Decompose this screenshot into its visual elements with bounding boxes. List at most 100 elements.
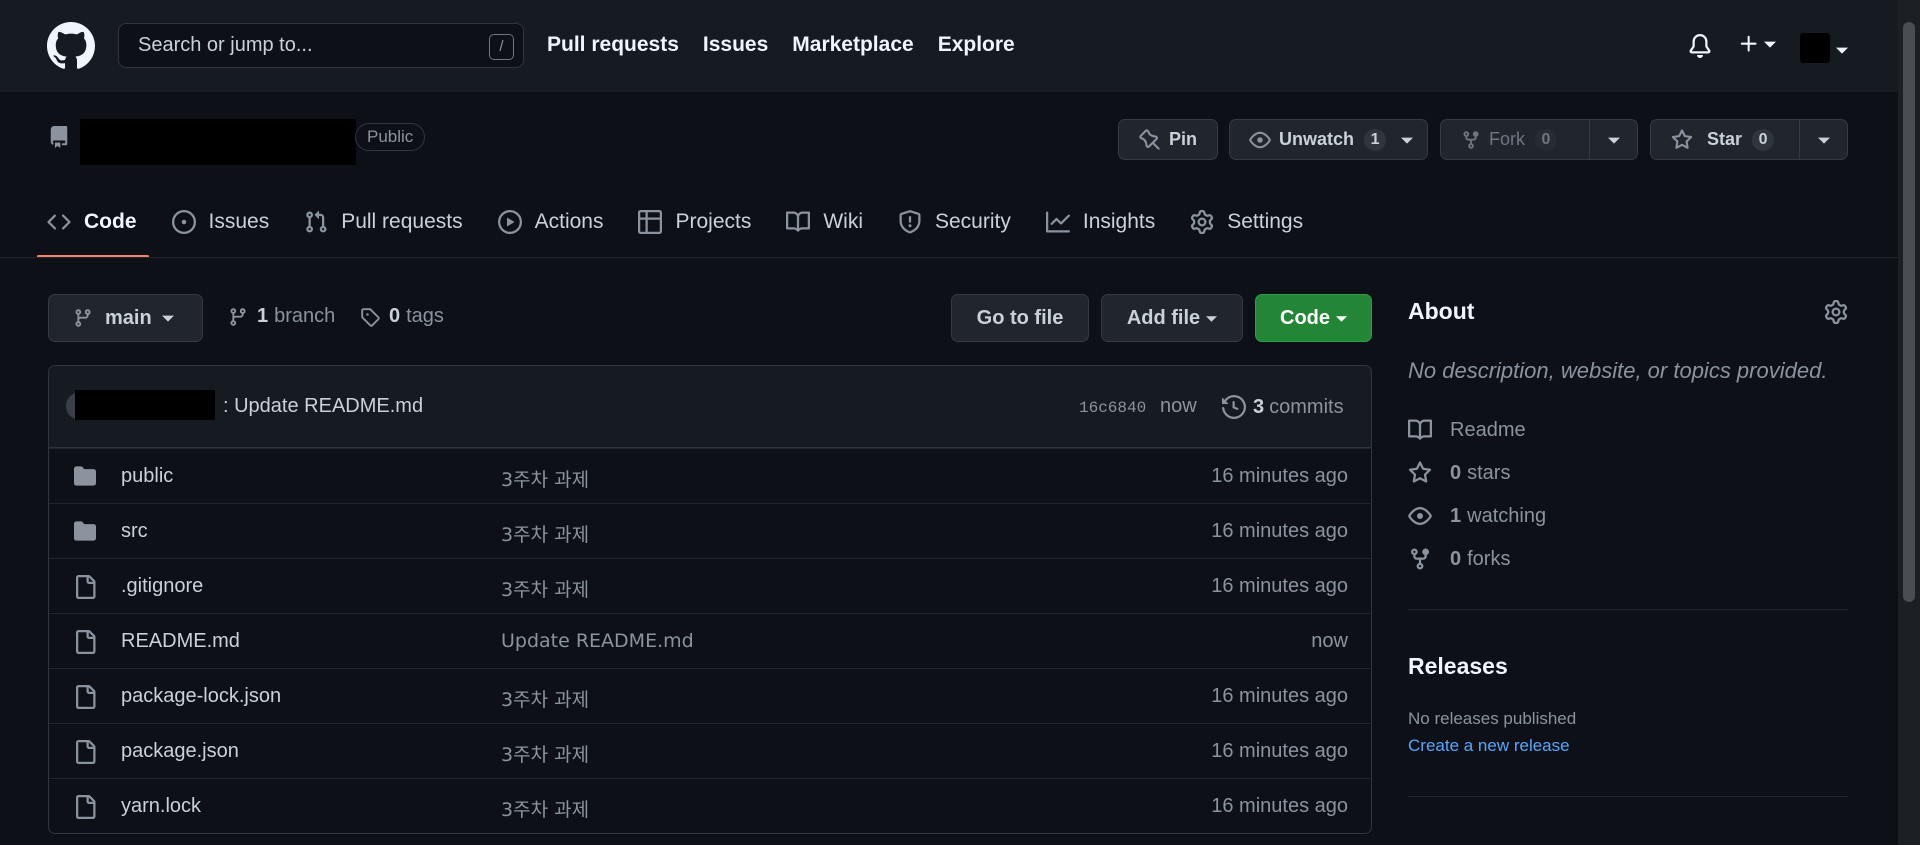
plus-icon xyxy=(1740,35,1757,52)
search-input[interactable] xyxy=(119,24,523,67)
file-commit-message[interactable]: 3주차 과제 xyxy=(501,520,589,547)
releases-heading[interactable]: Releases xyxy=(1408,653,1508,680)
add-file-button[interactable]: Add file xyxy=(1101,294,1243,342)
tab-pull-requests[interactable]: Pull requests xyxy=(304,196,463,248)
tab-label: Settings xyxy=(1227,210,1304,233)
pin-button[interactable]: Pin xyxy=(1118,119,1218,160)
tag-word: tags xyxy=(406,305,444,327)
commit-message[interactable]: : Update README.md xyxy=(223,395,423,418)
global-search[interactable]: / xyxy=(118,23,524,68)
code-download-button[interactable]: Code xyxy=(1255,294,1372,342)
nav-issues[interactable]: Issues xyxy=(703,33,768,57)
tab-label: Security xyxy=(935,210,1011,233)
chevron-down-icon xyxy=(1764,41,1776,48)
tab-label: Actions xyxy=(534,210,604,233)
shield-icon xyxy=(899,210,921,234)
user-avatar[interactable] xyxy=(1800,33,1830,63)
tab-security[interactable]: Security xyxy=(898,196,1011,248)
github-logo-icon[interactable] xyxy=(47,22,95,70)
nav-pull-requests[interactable]: Pull requests xyxy=(547,33,679,57)
page-scrollbar[interactable] xyxy=(1898,0,1920,845)
book-icon xyxy=(1408,419,1432,440)
watch-options-dropdown[interactable] xyxy=(1387,120,1427,159)
scrollbar-thumb[interactable] xyxy=(1903,22,1915,602)
pull-request-icon xyxy=(306,210,327,233)
fork-button[interactable]: Fork 0 xyxy=(1440,119,1638,160)
file-icon xyxy=(76,740,96,764)
file-row[interactable]: package.json 3주차 과제 16 minutes ago xyxy=(49,723,1371,778)
watching-link[interactable]: 1 watching xyxy=(1408,504,1546,528)
tab-issues[interactable]: Issues xyxy=(171,196,269,248)
file-row[interactable]: README.md Update README.md now xyxy=(49,613,1371,668)
star-count: 0 xyxy=(1752,128,1775,151)
tab-code[interactable]: Code xyxy=(37,196,148,258)
file-name[interactable]: src xyxy=(121,520,148,543)
no-releases-text: No releases published xyxy=(1408,709,1577,728)
global-header: / Pull requests Issues Marketplace Explo… xyxy=(0,0,1898,92)
visibility-badge: Public xyxy=(355,123,426,151)
forks-link[interactable]: 0 forks xyxy=(1408,547,1510,571)
file-age: 16 minutes ago xyxy=(1211,465,1348,487)
tag-count: 0 xyxy=(389,305,401,327)
readme-link[interactable]: Readme xyxy=(1408,418,1526,442)
file-commit-message[interactable]: 3주차 과제 xyxy=(501,465,589,492)
chevron-down-icon xyxy=(1206,315,1218,322)
file-commit-message[interactable]: 3주차 과제 xyxy=(501,795,589,822)
go-to-file-button[interactable]: Go to file xyxy=(951,294,1089,342)
commit-author-redacted[interactable] xyxy=(75,390,215,420)
tab-insights[interactable]: Insights xyxy=(1045,196,1155,248)
chevron-down-icon[interactable] xyxy=(1836,44,1848,56)
eye-icon xyxy=(1408,507,1432,525)
file-row[interactable]: package-lock.json 3주차 과제 16 minutes ago xyxy=(49,668,1371,723)
star-options-dropdown[interactable] xyxy=(1799,120,1847,159)
file-row[interactable]: yarn.lock 3주차 과제 16 minutes ago xyxy=(49,778,1371,833)
repo-icon xyxy=(48,125,70,149)
tab-projects[interactable]: Projects xyxy=(638,196,751,248)
stars-word: stars xyxy=(1467,461,1511,484)
nav-explore[interactable]: Explore xyxy=(938,33,1015,57)
watching-count: 1 xyxy=(1450,504,1462,527)
stars-link[interactable]: 0 stars xyxy=(1408,461,1510,485)
file-age: now xyxy=(1311,630,1348,652)
tab-settings[interactable]: Settings xyxy=(1190,196,1303,248)
branches-link[interactable]: 1 branch xyxy=(228,305,335,328)
file-name[interactable]: package.json xyxy=(121,740,239,763)
forks-word: forks xyxy=(1467,547,1511,570)
repo-name-redacted[interactable] xyxy=(80,119,356,165)
fork-options-dropdown[interactable] xyxy=(1589,120,1637,159)
forks-count: 0 xyxy=(1450,547,1462,570)
nav-marketplace[interactable]: Marketplace xyxy=(792,33,913,57)
star-button[interactable]: Star 0 xyxy=(1650,119,1848,160)
pin-icon xyxy=(1139,128,1160,150)
create-release-link[interactable]: Create a new release xyxy=(1408,736,1570,756)
notifications-bell-icon[interactable] xyxy=(1688,34,1712,58)
gear-icon xyxy=(1191,210,1214,234)
branch-select-button[interactable]: main xyxy=(48,294,203,342)
commits-history-link[interactable]: 3 commits xyxy=(1222,395,1344,419)
file-age: 16 minutes ago xyxy=(1211,740,1348,762)
file-name[interactable]: yarn.lock xyxy=(121,795,201,818)
file-commit-message[interactable]: Update README.md xyxy=(501,630,694,652)
file-name[interactable]: README.md xyxy=(121,630,240,653)
tags-link[interactable]: 0 tags xyxy=(360,305,444,328)
file-age: 16 minutes ago xyxy=(1211,520,1348,542)
file-commit-message[interactable]: 3주차 과제 xyxy=(501,740,589,767)
git-branch-icon xyxy=(230,307,246,326)
tab-wiki[interactable]: Wiki xyxy=(786,196,863,248)
repo-tabs: Code Issues Pull requests Actions Projec… xyxy=(37,196,1338,258)
file-row-dir[interactable]: src 3주차 과제 16 minutes ago xyxy=(49,503,1371,558)
file-name[interactable]: .gitignore xyxy=(121,575,203,598)
file-row-dir[interactable]: public 3주차 과제 16 minutes ago xyxy=(49,448,1371,503)
create-new-menu[interactable] xyxy=(1738,33,1776,55)
file-name[interactable]: package-lock.json xyxy=(121,685,281,708)
sidebar-divider xyxy=(1408,796,1848,797)
file-commit-message[interactable]: 3주차 과제 xyxy=(501,685,589,712)
file-commit-message[interactable]: 3주차 과제 xyxy=(501,575,589,602)
unwatch-button[interactable]: Unwatch 1 xyxy=(1229,119,1428,160)
gear-icon[interactable] xyxy=(1824,300,1848,324)
file-name[interactable]: public xyxy=(121,465,173,488)
tab-actions[interactable]: Actions xyxy=(497,196,604,248)
commit-sha[interactable]: 16c6840 xyxy=(1079,399,1146,417)
about-description: No description, website, or topics provi… xyxy=(1408,358,1828,383)
file-row[interactable]: .gitignore 3주차 과제 16 minutes ago xyxy=(49,558,1371,613)
